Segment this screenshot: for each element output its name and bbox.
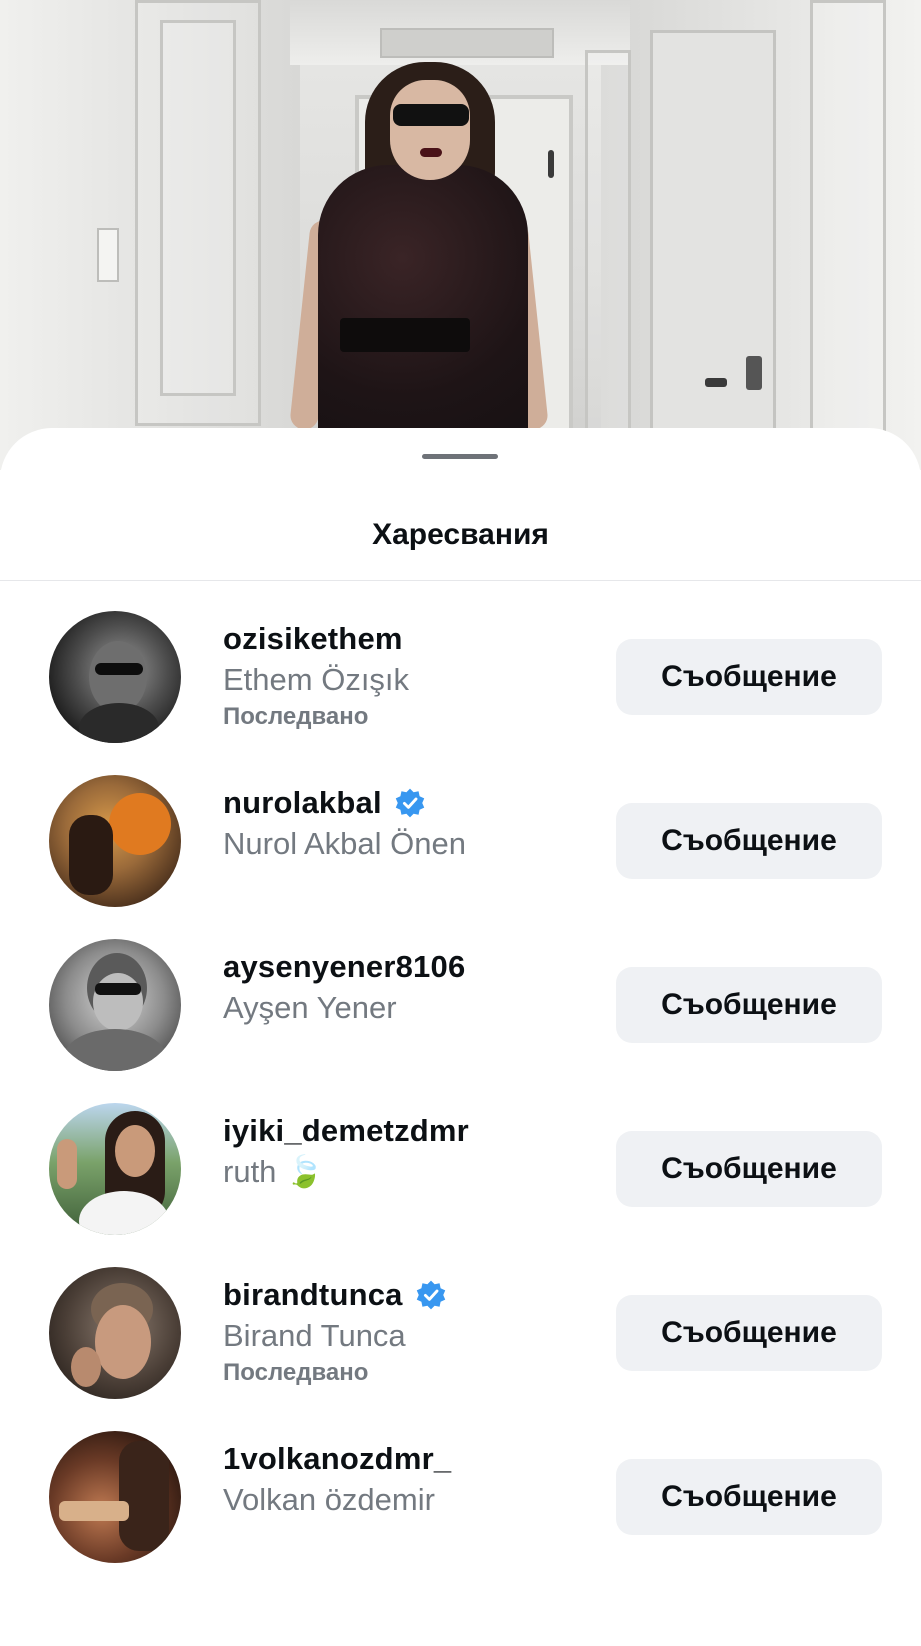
- likes-list[interactable]: ozisikethem Ethem Özışık Последвано Съоб…: [0, 611, 921, 1595]
- message-button[interactable]: Съобщение: [616, 967, 882, 1043]
- post-photo: [0, 0, 921, 470]
- like-info: birandtunca Birand Tunca Последвано: [223, 1275, 603, 1387]
- photo-door-handle: [705, 378, 727, 387]
- like-row[interactable]: ozisikethem Ethem Özışık Последвано Съоб…: [0, 611, 921, 775]
- message-button[interactable]: Съобщение: [616, 803, 882, 879]
- photo-light-switch: [97, 228, 119, 282]
- like-info: nurolakbal Nurol Akbal Önen: [223, 783, 603, 865]
- username[interactable]: iyiki_demetzdmr: [223, 1113, 469, 1149]
- follow-status: Последвано: [223, 703, 369, 730]
- like-info: 1volkanozdmr_ Volkan özdemir: [223, 1439, 603, 1521]
- full-name: Birand Tunca: [223, 1318, 406, 1353]
- photo-person-belt: [340, 318, 470, 352]
- full-name: Ethem Özışık: [223, 662, 410, 697]
- like-row[interactable]: iyiki_demetzdmr ruth 🍃 Съобщение: [0, 1103, 921, 1267]
- like-info: iyiki_demetzdmr ruth 🍃: [223, 1111, 603, 1193]
- full-name: Ayşen Yener: [223, 990, 397, 1025]
- photo-door: [650, 30, 776, 470]
- username[interactable]: ozisikethem: [223, 621, 403, 657]
- username[interactable]: aysenyener8106: [223, 949, 465, 985]
- like-row[interactable]: 1volkanozdmr_ Volkan özdemir Съобщение: [0, 1431, 921, 1595]
- avatar[interactable]: [49, 1267, 181, 1399]
- photo-wall-panel: [160, 20, 236, 396]
- likes-sheet: Харесвания ozisikethem Ethem Özışık Посл…: [0, 428, 921, 1646]
- header-divider: [0, 580, 921, 581]
- photo-door-lock: [746, 356, 762, 390]
- message-button[interactable]: Съобщение: [616, 639, 882, 715]
- like-row[interactable]: nurolakbal Nurol Akbal Önen Съобщение: [0, 775, 921, 939]
- like-info: aysenyener8106 Ayşen Yener: [223, 947, 603, 1029]
- avatar[interactable]: [49, 611, 181, 743]
- avatar[interactable]: [49, 939, 181, 1071]
- username[interactable]: birandtunca: [223, 1277, 403, 1313]
- full-name: Nurol Akbal Önen: [223, 826, 466, 861]
- username[interactable]: nurolakbal: [223, 785, 382, 821]
- message-button[interactable]: Съобщение: [616, 1459, 882, 1535]
- screen: Харесвания ozisikethem Ethem Özışık Посл…: [0, 0, 921, 1646]
- full-name: ruth 🍃: [223, 1154, 324, 1189]
- photo-wall-panel: [810, 0, 886, 446]
- like-row[interactable]: birandtunca Birand Tunca Последвано Съоб…: [0, 1267, 921, 1431]
- sheet-title: Харесвания: [372, 518, 549, 551]
- like-info: ozisikethem Ethem Özışık Последвано: [223, 619, 603, 731]
- avatar[interactable]: [49, 1103, 181, 1235]
- photo-wall-panel: [585, 50, 631, 456]
- message-button[interactable]: Съобщение: [616, 1131, 882, 1207]
- full-name: Volkan özdemir: [223, 1482, 435, 1517]
- avatar[interactable]: [49, 1431, 181, 1563]
- photo-ceiling-light: [380, 28, 554, 58]
- verified-badge-icon: [395, 788, 425, 818]
- follow-status: Последвано: [223, 1359, 369, 1386]
- sheet-drag-handle[interactable]: [422, 454, 498, 459]
- photo-door-hinge: [548, 150, 554, 178]
- username[interactable]: 1volkanozdmr_: [223, 1441, 451, 1477]
- message-button[interactable]: Съобщение: [616, 1295, 882, 1371]
- verified-badge-icon: [416, 1280, 445, 1310]
- photo-person-sunglasses: [393, 104, 469, 126]
- photo-person-lips: [420, 148, 442, 157]
- like-row[interactable]: aysenyener8106 Ayşen Yener Съобщение: [0, 939, 921, 1103]
- photo-person-face: [390, 80, 470, 180]
- avatar[interactable]: [49, 775, 181, 907]
